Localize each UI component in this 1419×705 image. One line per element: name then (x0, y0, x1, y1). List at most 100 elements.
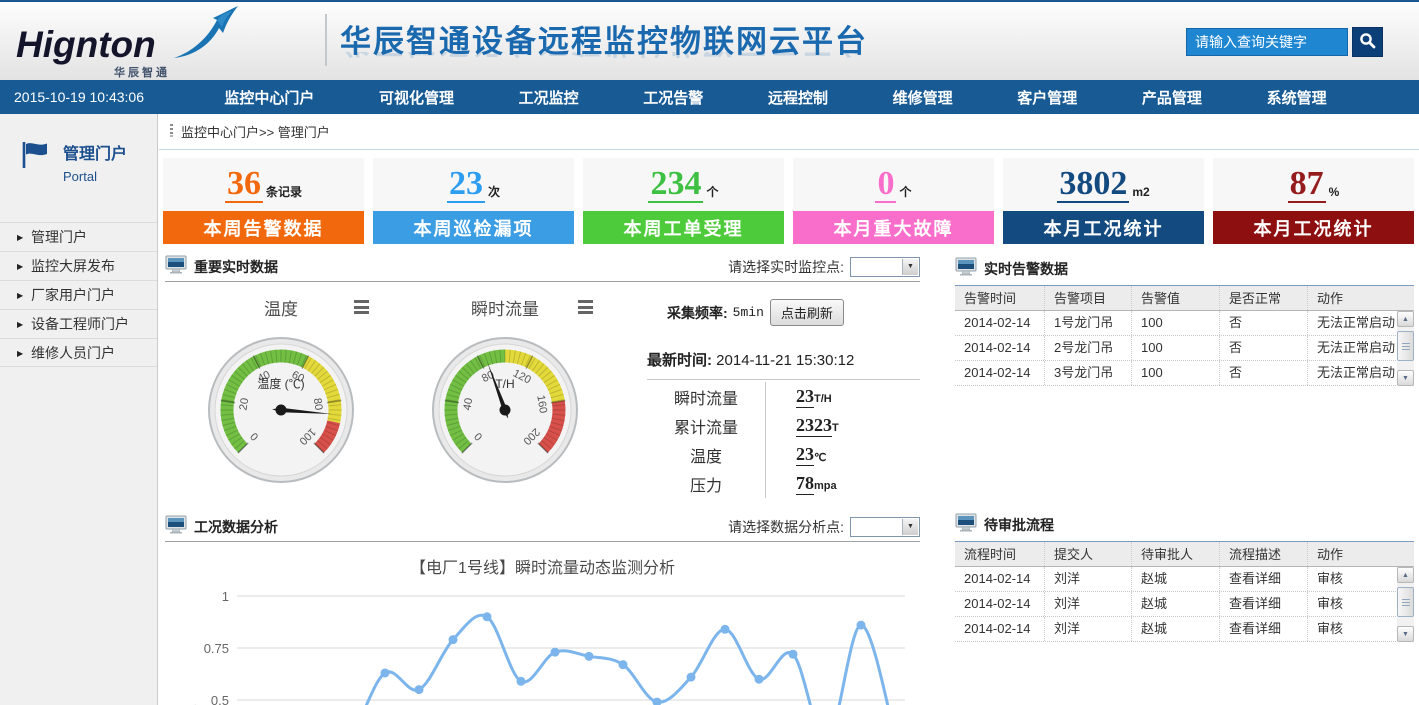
stat-unit: % (1329, 185, 1340, 199)
col-header: 流程时间 (955, 542, 1045, 566)
scroll-down-icon[interactable]: ▼ (1397, 626, 1414, 642)
nav-item-system-mgmt[interactable]: 系统管理 (1267, 87, 1327, 108)
table-row: 2014-02-14刘洋赵城查看详细审核 (955, 592, 1414, 617)
table-scrollbar[interactable]: ▲ ▼ (1397, 567, 1414, 642)
nav-item-monitor-center-portal[interactable]: 监控中心门户 (224, 87, 314, 108)
flag-icon (20, 140, 50, 184)
search-icon (1359, 32, 1376, 52)
chevron-right-icon: ▶ (17, 339, 23, 368)
logo: Hignton 华辰智通 (14, 6, 329, 78)
logo-subtext: 华辰智通 (114, 64, 170, 80)
nav-item-product-mgmt[interactable]: 产品管理 (1142, 87, 1202, 108)
svg-text:温度 (℃): 温度 (℃) (257, 376, 304, 391)
sidebar-item-engineer-portal[interactable]: ▶ 设备工程师门户 (0, 309, 157, 338)
scroll-down-icon[interactable]: ▼ (1397, 370, 1414, 386)
refresh-button[interactable]: 点击刷新 (770, 299, 844, 326)
table-row: 2014-02-142号龙门吊100否无法正常启动 (955, 336, 1414, 361)
stat-label: 本周工单受理 (583, 211, 784, 244)
metric-unit: T/H (814, 393, 832, 405)
table-header-row: 流程时间 提交人 待审批人 流程描述 动作 (955, 541, 1414, 567)
analysis-point-select[interactable]: ▼ (850, 517, 920, 537)
stat-unit: 次 (488, 183, 500, 200)
stat-value-link[interactable]: 0 (875, 166, 896, 204)
nav-item-customer-mgmt[interactable]: 客户管理 (1017, 87, 1077, 108)
table-scrollbar[interactable]: ▲ ▼ (1397, 311, 1414, 386)
stat-unit: 个 (899, 183, 911, 200)
section-title-realtime: 重要实时数据 (194, 257, 278, 277)
col-header: 待审批人 (1132, 542, 1220, 566)
sidebar-item-maintainer-portal[interactable]: ▶ 维修人员门户 (0, 338, 157, 367)
table-row: 2014-02-14刘洋赵城查看详细审核 (955, 617, 1414, 642)
metric-row-pressure: 压力 78mpa (647, 469, 920, 498)
stat-value-link[interactable]: 87 (1288, 166, 1326, 204)
search-input[interactable] (1186, 28, 1348, 56)
col-header: 流程描述 (1220, 542, 1308, 566)
stat-card-weekly-inspection-misses: 23次 本周巡检漏项 (373, 158, 574, 244)
main-nav: 2015-10-19 10:43:06 监控中心门户 可视化管理 工况监控 工况… (0, 80, 1419, 114)
stat-label: 本周告警数据 (163, 211, 364, 244)
stat-value-link[interactable]: 23 (447, 166, 485, 204)
metric-label: 温度 (647, 443, 765, 467)
site-title-reflection: 华辰智通设备远程监控物联网云平台 (340, 52, 868, 67)
breadcrumb: 监控中心门户>> 管理门户 (159, 114, 1419, 150)
svg-text:0.75: 0.75 (204, 641, 229, 656)
sidebar-item-factory-portal[interactable]: ▶ 厂家用户门户 (0, 280, 157, 309)
search-button[interactable] (1352, 27, 1383, 57)
gauge-title: 温度 (264, 295, 298, 320)
chart-menu-icon[interactable] (354, 300, 369, 317)
flow-gauge-chart: 04080120160200T/H (428, 333, 582, 487)
nav-timestamp: 2015-10-19 10:43:06 (14, 89, 182, 105)
stat-card-monthly-major-faults: 0个 本月重大故障 (793, 158, 994, 244)
section-divider (165, 541, 920, 542)
metric-label: 压力 (647, 472, 765, 496)
metric-value: 78 (796, 473, 814, 495)
sidebar-item-screen-publish[interactable]: ▶ 监控大屏发布 (0, 251, 157, 280)
section-divider (165, 281, 920, 282)
stat-value-link[interactable]: 36 (225, 166, 263, 204)
header-search (1186, 27, 1383, 57)
chart-menu-icon[interactable] (578, 300, 593, 317)
gauge-temperature: 温度 020406080100温度 (℃) (173, 293, 389, 487)
col-header: 提交人 (1045, 542, 1132, 566)
scroll-up-icon[interactable]: ▲ (1397, 567, 1414, 583)
nav-item-visual-mgmt[interactable]: 可视化管理 (379, 87, 454, 108)
scrollbar-thumb[interactable] (1397, 587, 1414, 617)
section-title-approvals: 待审批流程 (984, 515, 1054, 535)
section-title-alarms: 实时告警数据 (984, 259, 1068, 279)
collect-freq-label: 采集频率: (667, 303, 728, 323)
stat-label: 本周巡检漏项 (373, 211, 574, 244)
metric-unit: T (832, 422, 839, 434)
right-panels: 实时告警数据 告警时间 告警项目 告警值 是否正常 动作 2014-02-141… (955, 253, 1414, 705)
nav-menu: 监控中心门户 可视化管理 工况监控 工况告警 远程控制 维修管理 客户管理 产品… (192, 87, 1359, 108)
nav-item-condition-monitor[interactable]: 工况监控 (519, 87, 579, 108)
stat-value-link[interactable]: 234 (648, 166, 703, 204)
stat-unit: 条记录 (266, 183, 302, 200)
analysis-point-select-label: 请选择数据分析点: (728, 517, 844, 537)
chevron-right-icon: ▶ (17, 223, 23, 252)
scroll-up-icon[interactable]: ▲ (1397, 311, 1414, 327)
stat-card-monthly-condition-pct: 87% 本月工况统计 (1213, 158, 1414, 244)
stat-value-link[interactable]: 3802 (1057, 166, 1129, 204)
chevron-down-icon[interactable]: ▼ (902, 259, 918, 275)
sidebar-item-admin-portal[interactable]: ▶ 管理门户 (0, 222, 157, 251)
stat-card-weekly-alarms: 36条记录 本周告警数据 (163, 158, 364, 244)
nav-item-maintenance-mgmt[interactable]: 维修管理 (893, 87, 953, 108)
svg-text:1: 1 (222, 589, 229, 604)
nav-item-condition-alarm[interactable]: 工况告警 (643, 87, 703, 108)
monitor-icon (955, 257, 977, 281)
nav-item-remote-control[interactable]: 远程控制 (768, 87, 828, 108)
col-header: 告警项目 (1045, 286, 1132, 310)
chevron-down-icon[interactable]: ▼ (902, 519, 918, 535)
metric-unit: ℃ (814, 451, 826, 464)
monitor-point-select[interactable]: ▼ (850, 257, 920, 277)
monitor-icon (955, 513, 977, 537)
section-title-analysis: 工况数据分析 (194, 517, 278, 537)
chevron-right-icon: ▶ (17, 281, 23, 310)
divider (647, 379, 920, 380)
stat-unit: m2 (1132, 185, 1149, 199)
breadcrumb-icon (169, 124, 174, 140)
stat-unit: 个 (706, 183, 718, 200)
metric-label: 累计流量 (647, 414, 765, 438)
monitor-icon (165, 255, 187, 279)
scrollbar-thumb[interactable] (1397, 331, 1414, 361)
